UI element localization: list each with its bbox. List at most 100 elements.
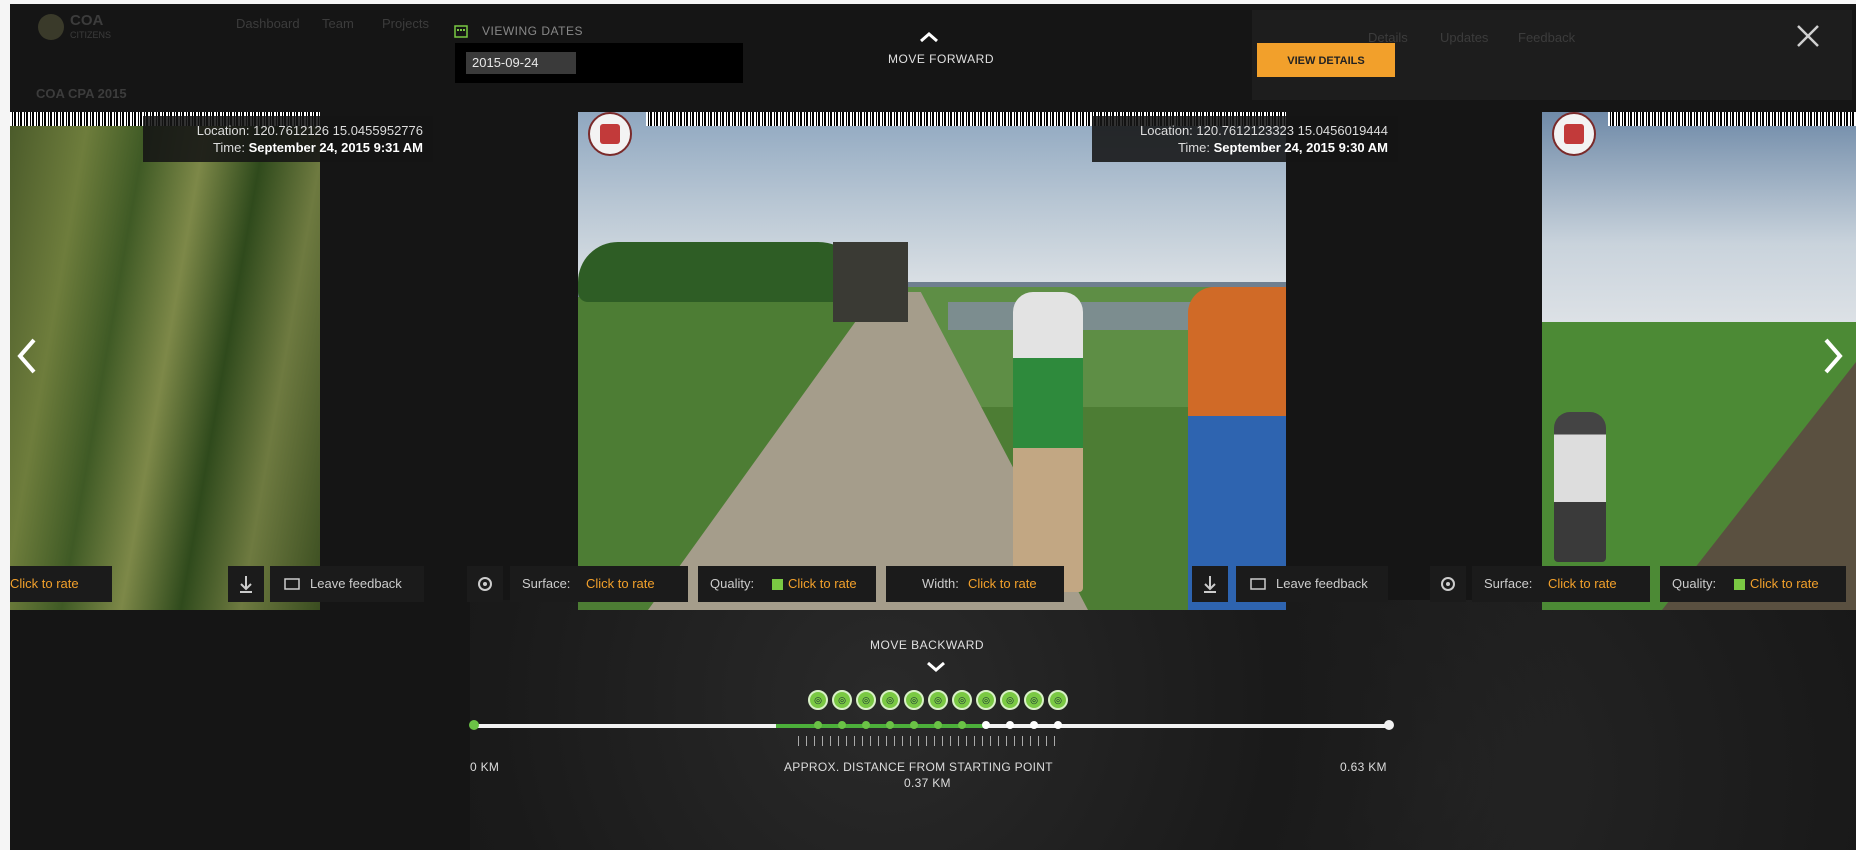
- viewing-dates-label: VIEWING DATES: [482, 24, 583, 38]
- photo-previous[interactable]: [10, 112, 320, 610]
- surface-rating[interactable]: Surface: Click to rate: [510, 566, 688, 602]
- timeline-photo-bubble[interactable]: ◎: [1024, 690, 1044, 710]
- photo-left-rate-link[interactable]: Click to rate: [10, 576, 79, 591]
- photo-right-surface-label: Surface:: [1484, 576, 1533, 591]
- timeline-end-marker: [1384, 720, 1394, 730]
- photo-left-meta: Location: 120.7612126 15.0455952776 Time…: [143, 116, 433, 162]
- photo-center-download[interactable]: [1192, 566, 1228, 602]
- quality-rate-link[interactable]: Click to rate: [788, 566, 857, 602]
- move-forward-button[interactable]: MOVE FORWARD: [888, 52, 994, 66]
- photo-left-feedback-button[interactable]: Leave feedback: [270, 566, 424, 602]
- photo-left-rate[interactable]: Click to rate: [10, 566, 112, 602]
- timeline-point[interactable]: [1030, 721, 1038, 729]
- bg-panel-tab-2: Updates: [1440, 30, 1489, 45]
- photo-left-time-label: Time:: [212, 140, 245, 155]
- close-icon[interactable]: [1792, 20, 1824, 52]
- timeline-end-label: 0.63 KM: [1340, 760, 1387, 774]
- photo-current[interactable]: [578, 112, 1286, 610]
- timeline-photo-bubble[interactable]: ◎: [976, 690, 996, 710]
- brand-name: COA: [70, 12, 104, 29]
- timeline-start-label: 0 KM: [470, 760, 500, 774]
- next-arrow-icon[interactable]: [1820, 336, 1846, 376]
- timeline-photo-bubble[interactable]: ◎: [856, 690, 876, 710]
- seal-emblem: [600, 124, 620, 144]
- download-icon: [1204, 576, 1216, 593]
- width-rate-link[interactable]: Click to rate: [968, 566, 1037, 602]
- chevron-up-icon[interactable]: [918, 30, 940, 44]
- download-icon: [240, 576, 252, 593]
- timeline-point[interactable]: [1006, 721, 1014, 729]
- photo-machine: [833, 242, 908, 322]
- bg-section-title: COA CPA 2015: [36, 86, 127, 101]
- bg-panel-tab-3: Feedback: [1518, 30, 1576, 45]
- chevron-down-icon[interactable]: [925, 660, 947, 674]
- timeline-point[interactable]: [958, 721, 966, 729]
- calendar-icon: [454, 25, 468, 38]
- coa-seal: [588, 112, 632, 156]
- timeline-photo-bubble[interactable]: ◎: [1000, 690, 1020, 710]
- quality-label: Quality:: [710, 576, 755, 591]
- move-backward-button[interactable]: MOVE BACKWARD: [870, 638, 984, 652]
- timeline-photo-bubble[interactable]: ◎: [904, 690, 924, 710]
- settings-icon: [478, 577, 492, 591]
- width-label: Width:: [922, 576, 959, 591]
- width-rating[interactable]: Width: Click to rate: [886, 566, 1064, 602]
- timeline-photo-bubble[interactable]: ◎: [928, 690, 948, 710]
- timeline-photo-bubble[interactable]: ◎: [1048, 690, 1068, 710]
- timeline-middle-value: 0.37 KM: [904, 776, 951, 790]
- timeline-point[interactable]: [982, 721, 990, 729]
- view-details-button[interactable]: VIEW DETAILS: [1257, 43, 1395, 77]
- photo-right-quality-label: Quality:: [1672, 576, 1717, 591]
- timeline-photo-bubble[interactable]: ◎: [952, 690, 972, 710]
- timeline-photo-bubble[interactable]: ◎: [880, 690, 900, 710]
- photo-trees: [578, 242, 868, 302]
- brand-subtitle: CITIZENS: [70, 30, 112, 40]
- comment-icon: [284, 578, 300, 590]
- photo-center-rotate[interactable]: [467, 566, 503, 602]
- photo-center-time-label: Time:: [1177, 140, 1210, 155]
- photo-left-time: September 24, 2015 9:31 AM: [248, 140, 423, 155]
- bg-nav-item-3: Projects: [382, 16, 429, 31]
- surface-label: Surface:: [522, 576, 571, 591]
- photo-right-quality-link[interactable]: Click to rate: [1750, 566, 1819, 602]
- barcode-strip: [1608, 112, 1856, 126]
- photo-worker: [1013, 292, 1083, 592]
- photo-left-feedback-label: Leave feedback: [310, 576, 402, 591]
- quality-status-square: [1734, 579, 1745, 590]
- timeline-point[interactable]: [862, 721, 870, 729]
- photo-left-download[interactable]: [228, 566, 264, 602]
- bg-nav-item-1: Dashboard: [236, 16, 300, 31]
- brand-logo: [38, 14, 64, 40]
- photo-right-quality[interactable]: Quality: Click to rate: [1660, 566, 1846, 602]
- photo-center-feedback-label: Leave feedback: [1276, 576, 1368, 591]
- photo-next[interactable]: [1542, 112, 1856, 610]
- quality-rating[interactable]: Quality: Click to rate: [698, 566, 876, 602]
- settings-icon: [1441, 577, 1455, 591]
- photo-worker-2: [1188, 287, 1286, 610]
- timeline-progress: [776, 724, 986, 728]
- comment-icon: [1250, 578, 1266, 590]
- photo-left-location: Location: 120.7612126 15.0455952776: [196, 123, 423, 138]
- left-border: [0, 0, 10, 850]
- photo-right-surface[interactable]: Surface: Click to rate: [1472, 566, 1650, 602]
- timeline-point[interactable]: [934, 721, 942, 729]
- photo-center-meta: Location: 120.7612123323 15.0456019444 T…: [1092, 116, 1398, 162]
- date-chip[interactable]: 2015-09-24: [466, 52, 576, 74]
- timeline-point[interactable]: [910, 721, 918, 729]
- timeline-start-marker: [469, 720, 479, 730]
- timeline-point[interactable]: [814, 721, 822, 729]
- top-border: [0, 0, 1856, 4]
- previous-arrow-icon[interactable]: [14, 336, 40, 376]
- timeline-point[interactable]: [838, 721, 846, 729]
- timeline-point[interactable]: [1054, 721, 1062, 729]
- timeline-photo-bubble[interactable]: ◎: [832, 690, 852, 710]
- photo-center-feedback-button[interactable]: Leave feedback: [1236, 566, 1388, 602]
- photo-right-surface-link[interactable]: Click to rate: [1548, 566, 1617, 602]
- photo-center-time: September 24, 2015 9:30 AM: [1213, 140, 1388, 155]
- photo-next-worker: [1554, 412, 1606, 562]
- surface-rate-link[interactable]: Click to rate: [586, 566, 655, 602]
- seal-emblem: [1564, 124, 1584, 144]
- photo-right-rotate[interactable]: [1430, 566, 1466, 602]
- timeline-photo-bubble[interactable]: ◎: [808, 690, 828, 710]
- timeline-point[interactable]: [886, 721, 894, 729]
